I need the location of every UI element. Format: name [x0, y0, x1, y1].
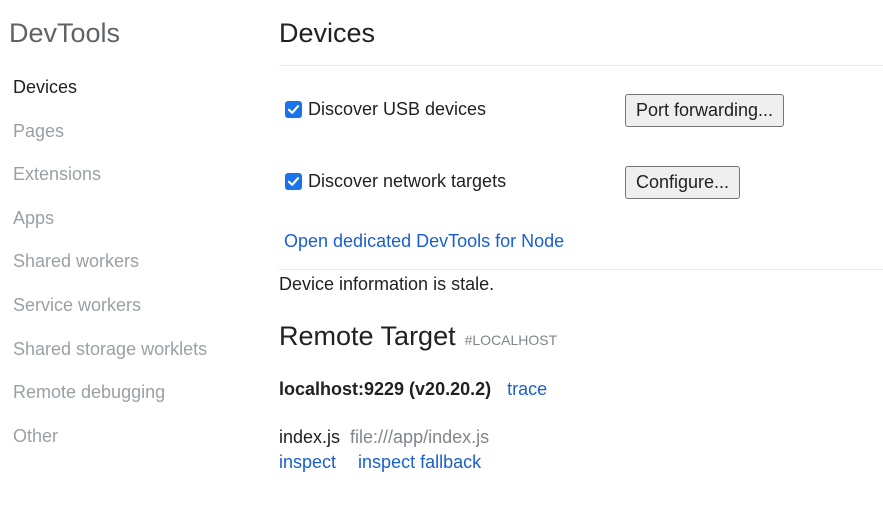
- usb-discovery-checkbox[interactable]: [285, 100, 302, 118]
- target-file-name: index.js: [279, 427, 341, 447]
- header-divider: [279, 65, 883, 66]
- sidebar-item-remote-debugging[interactable]: Remote debugging: [13, 381, 207, 425]
- sidebar-title: DevTools: [9, 18, 121, 48]
- sidebar: DevTools Devices Pages Extensions Apps S…: [0, 0, 260, 511]
- configure-button[interactable]: Configure...: [625, 166, 741, 199]
- target-actions: inspect inspect fallback: [279, 451, 481, 473]
- target-row: localhost:9229 (v20.20.2) trace: [279, 378, 547, 400]
- target-file-path: file:///app/index.js: [350, 427, 490, 447]
- usb-discovery-label: Discover USB devices: [308, 99, 487, 119]
- target-file-row: index.js file:///app/index.js: [279, 426, 489, 448]
- sidebar-item-pages[interactable]: Pages: [13, 120, 207, 164]
- remote-target-header: Remote Target #LOCALHOST: [279, 320, 557, 352]
- sidebar-item-extensions[interactable]: Extensions: [13, 163, 207, 207]
- sidebar-item-shared-storage-worklets[interactable]: Shared storage worklets: [13, 338, 207, 382]
- network-discovery-option[interactable]: Discover network targets: [285, 170, 506, 192]
- remote-target-tag: #LOCALHOST: [464, 332, 558, 348]
- sidebar-nav: Devices Pages Extensions Apps Shared wor…: [13, 76, 207, 468]
- remote-target-title: Remote Target: [279, 321, 456, 351]
- trace-link[interactable]: trace: [507, 378, 547, 400]
- target-name: localhost:9229 (v20.20.2): [279, 379, 492, 399]
- inspect-fallback-link[interactable]: inspect fallback: [358, 451, 481, 473]
- devtools-page: DevTools Devices Pages Extensions Apps S…: [0, 0, 883, 511]
- sidebar-item-apps[interactable]: Apps: [13, 207, 207, 251]
- inspect-link[interactable]: inspect: [279, 451, 336, 473]
- main-content: Devices Discover USB devices Port forwar…: [279, 0, 883, 511]
- sidebar-item-service-workers[interactable]: Service workers: [13, 294, 207, 338]
- usb-discovery-option[interactable]: Discover USB devices: [285, 98, 486, 120]
- open-node-devtools-link[interactable]: Open dedicated DevTools for Node: [284, 230, 564, 252]
- page-title: Devices: [279, 18, 376, 48]
- sidebar-item-other[interactable]: Other: [13, 425, 207, 469]
- sidebar-item-devices[interactable]: Devices: [13, 76, 207, 120]
- checkmark-icon: [287, 104, 300, 114]
- port-forwarding-button[interactable]: Port forwarding...: [625, 94, 785, 127]
- sidebar-item-shared-workers[interactable]: Shared workers: [13, 250, 207, 294]
- network-discovery-label: Discover network targets: [308, 171, 507, 191]
- stale-info-text: Device information is stale.: [279, 274, 495, 294]
- section-divider: [279, 269, 883, 270]
- checkmark-icon: [287, 176, 300, 186]
- network-discovery-checkbox[interactable]: [285, 172, 302, 190]
